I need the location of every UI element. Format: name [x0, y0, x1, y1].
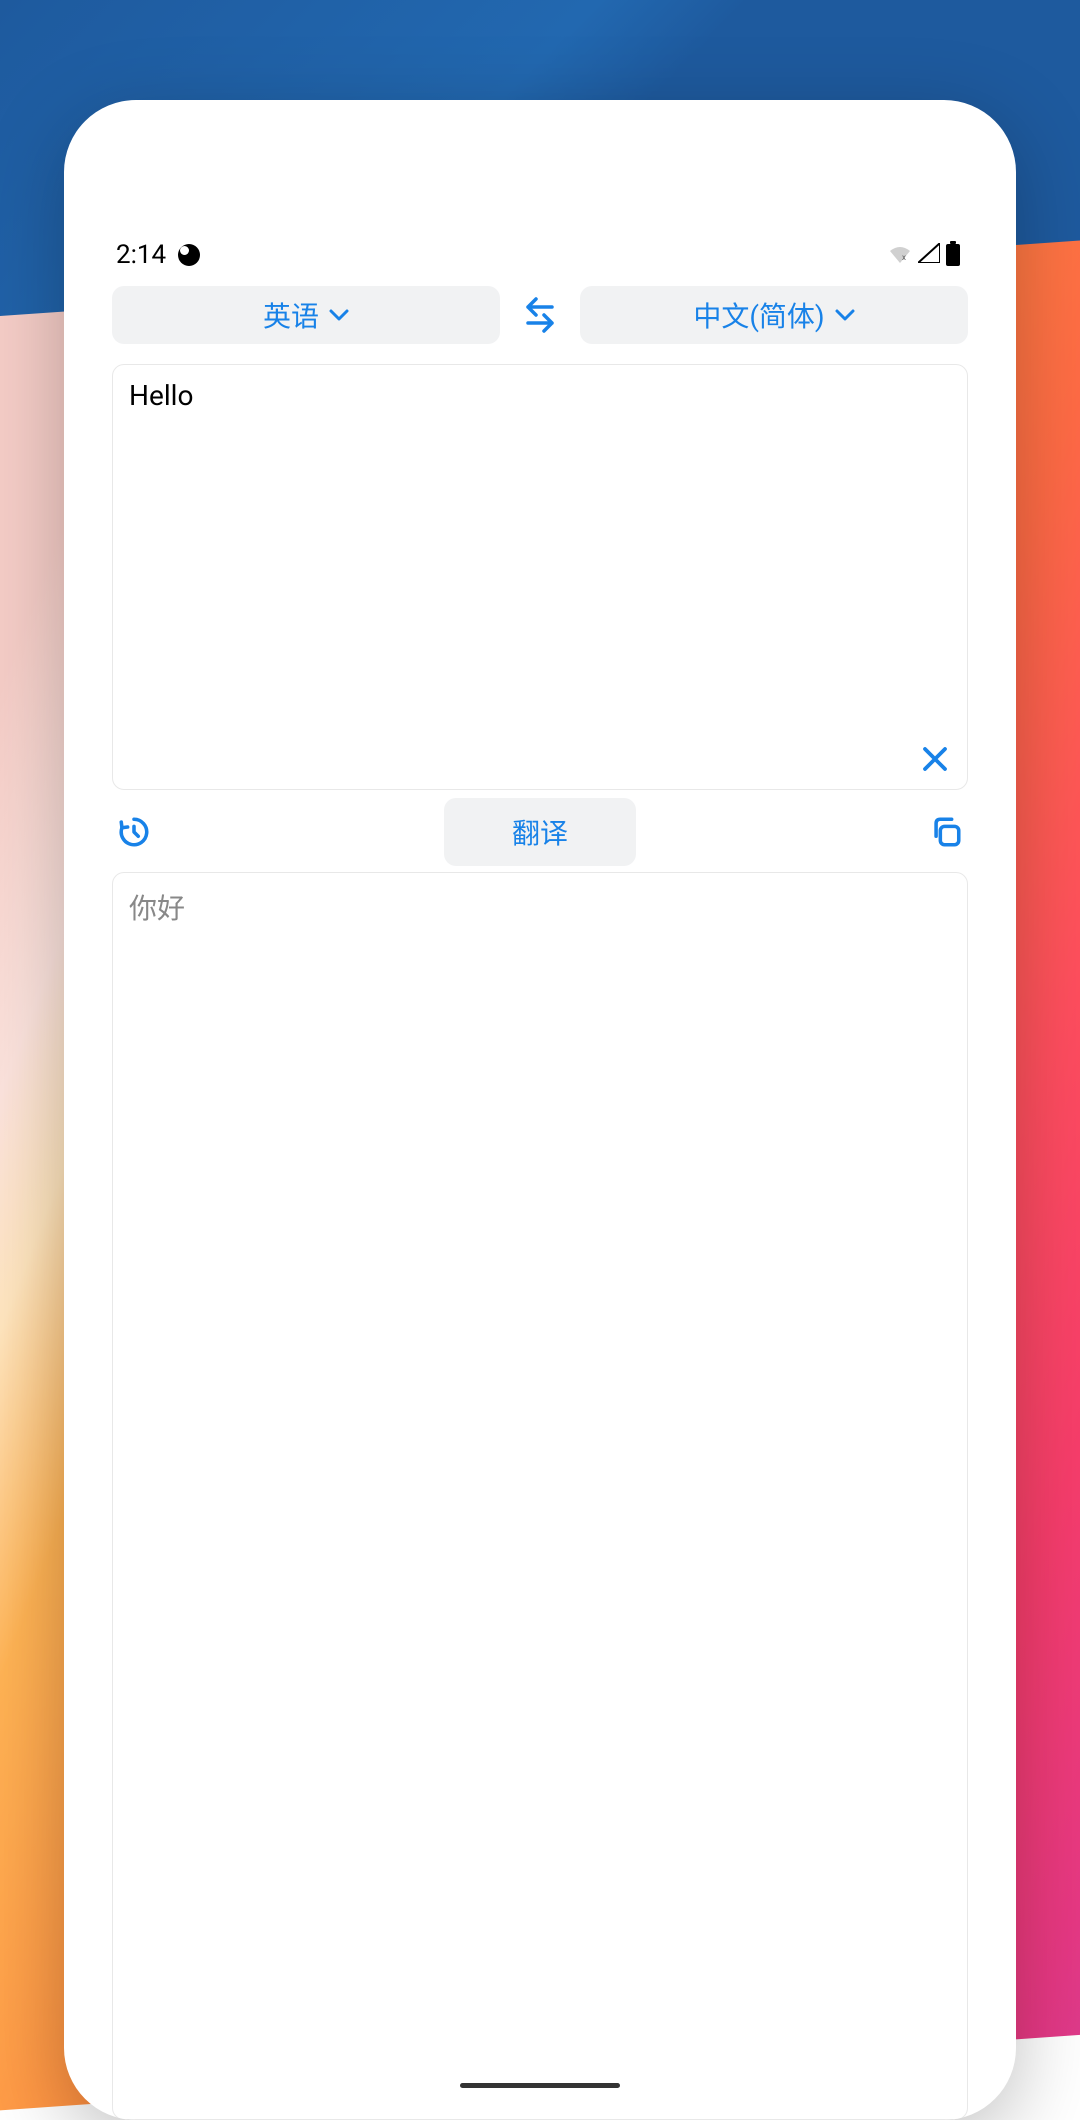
target-language-label: 中文(简体) — [693, 295, 824, 335]
status-right: x — [888, 243, 960, 267]
chevron-down-icon — [329, 306, 349, 325]
home-indicator[interactable] — [460, 2083, 620, 2088]
app-indicator-icon — [178, 244, 200, 266]
translation-output: 你好 — [112, 872, 968, 2120]
phone-frame: 2:14 x 英语 — [64, 100, 1016, 2120]
source-text: Hello — [129, 379, 951, 412]
translate-button[interactable]: 翻译 — [444, 798, 636, 866]
app-screen: 2:14 x 英语 — [112, 238, 968, 2120]
close-icon — [920, 744, 950, 774]
source-text-input[interactable]: Hello — [112, 364, 968, 790]
status-bar: 2:14 x — [112, 238, 968, 278]
status-time: 2:14 — [116, 240, 166, 270]
swap-languages-button[interactable] — [516, 291, 564, 339]
translate-button-label: 翻译 — [512, 817, 568, 850]
chevron-down-icon — [835, 306, 855, 325]
swap-icon — [520, 295, 560, 335]
target-language-button[interactable]: 中文(简体) — [580, 286, 968, 344]
signal-icon — [918, 243, 940, 267]
clear-input-button[interactable] — [917, 741, 953, 777]
language-selector-row: 英语 中文(简体) — [112, 278, 968, 352]
svg-text:x: x — [902, 253, 906, 262]
wifi-icon: x — [888, 245, 912, 265]
history-button[interactable] — [112, 810, 156, 854]
action-row: 翻译 — [112, 790, 968, 860]
history-icon — [117, 815, 151, 849]
battery-icon — [946, 244, 960, 266]
status-left: 2:14 — [116, 240, 200, 270]
copy-button[interactable] — [924, 810, 968, 854]
copy-icon — [929, 815, 963, 849]
translated-text: 你好 — [129, 887, 951, 927]
source-language-button[interactable]: 英语 — [112, 286, 500, 344]
source-language-label: 英语 — [263, 295, 319, 335]
